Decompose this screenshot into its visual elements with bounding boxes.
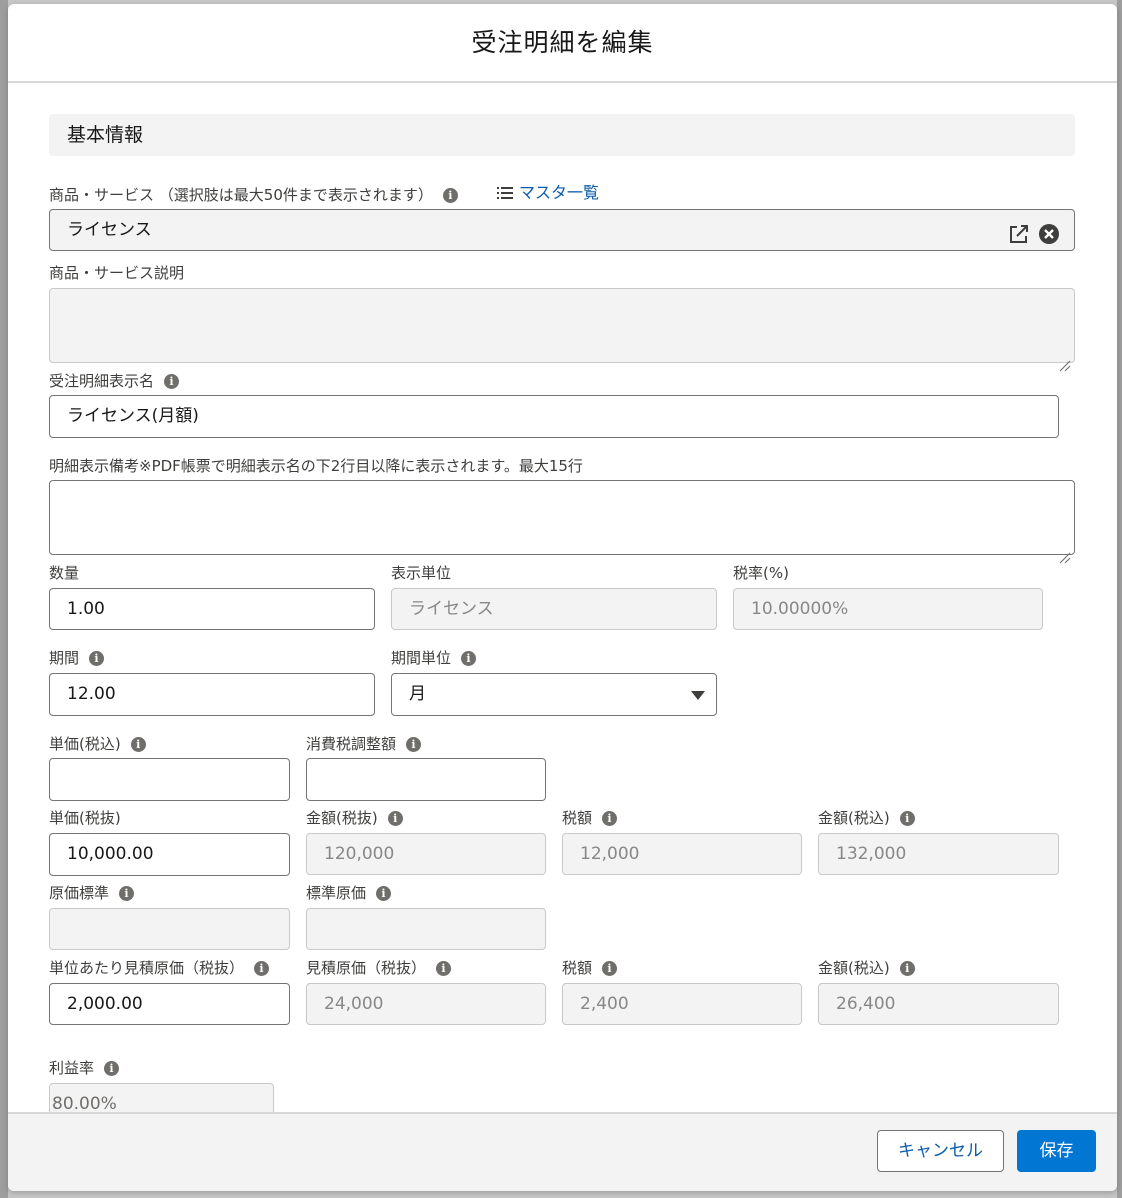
list-icon [497,185,513,205]
unit-price-incl-input[interactable] [49,758,290,801]
quantity-input[interactable]: 1.00 [49,588,375,630]
section-title: 基本情報 [67,124,144,146]
cost-tax-field: 2,400 [562,983,802,1025]
standard-cost-field [306,908,546,950]
display-unit-label: 表示単位 [391,564,452,582]
info-icon[interactable]: i [89,651,105,666]
amount-incl-label-text: 金額(税込) [818,809,890,827]
cost-tax-label: 税額 i [562,958,618,978]
info-icon[interactable]: i [104,1061,120,1076]
info-icon[interactable]: i [899,961,915,976]
info-icon[interactable]: i [602,961,618,976]
info-icon[interactable]: i [387,811,403,826]
tax-amount-field: 12,000 [562,833,802,875]
save-button[interactable]: 保存 [1017,1130,1096,1172]
background-strip [0,0,8,1198]
background-strip [1117,0,1122,1198]
clear-selection-icon[interactable] [1038,220,1060,244]
period-input[interactable]: 12.00 [49,673,375,716]
section-header[interactable]: 基本情報 [49,114,1075,156]
product-desc-label: 商品・サービス説明 [49,264,185,282]
modal-footer: キャンセル 保存 [8,1112,1117,1191]
cost-standard-label: 原価標準 i [49,883,135,903]
cost-standard-field [49,908,290,950]
master-list-link-text: マスタ一覧 [519,183,600,202]
cost-amount-incl-label-text: 金額(税込) [818,959,890,977]
est-cost-excl-label: 見積原価（税抜） i [306,958,452,978]
info-icon[interactable]: i [376,886,392,901]
modal-body[interactable]: 基本情報 商品・サービス （選択肢は最大50件まで表示されます） i マスタ一覧 … [8,83,1117,1125]
period-label-text: 期間 [49,649,80,667]
tax-adjust-label-text: 消費税調整額 [306,735,397,753]
cost-amount-incl-label: 金額(税込) i [818,958,915,978]
info-icon[interactable]: i [602,811,618,826]
line-name-label: 受注明細表示名 i [49,371,180,391]
info-icon[interactable]: i [461,651,477,666]
unit-est-cost-label-text: 単位あたり見積原価（税抜） [49,959,245,977]
open-external-icon[interactable] [1008,220,1030,243]
cost-tax-label-text: 税額 [562,959,593,977]
modal-header: 受注明細を編集 [8,4,1117,83]
unit-est-cost-input[interactable]: 2,000.00 [49,983,290,1025]
amount-incl-label: 金額(税込) i [818,808,915,828]
chevron-down-icon [691,691,705,700]
info-icon[interactable]: i [442,188,458,203]
product-lookup-field[interactable]: ライセンス [49,209,1075,251]
standard-cost-label-text: 標準原価 [306,884,367,902]
unit-price-incl-label-text: 単価(税込) [49,735,121,753]
tax-amount-label-text: 税額 [562,809,593,827]
master-list-link[interactable]: マスタ一覧 [497,183,599,205]
period-unit-value: 月 [409,684,426,704]
margin-label: 利益率 i [49,1058,120,1078]
period-unit-label: 期間単位 i [391,648,477,668]
unit-price-excl-input[interactable]: 10,000.00 [49,833,290,876]
product-label: 商品・サービス （選択肢は最大50件まで表示されます） i [49,185,458,205]
resize-grip-icon[interactable] [1059,539,1071,564]
amount-incl-field: 132,000 [818,833,1059,875]
edit-modal: 受注明細を編集 基本情報 商品・サービス （選択肢は最大50件まで表示されます）… [8,4,1117,1191]
display-unit-field: ライセンス [391,588,717,630]
unit-est-cost-label: 単位あたり見積原価（税抜） i [49,958,270,978]
info-icon[interactable]: i [406,737,422,752]
line-note-textarea[interactable] [49,480,1075,564]
info-icon[interactable]: i [164,374,180,389]
product-value: ライセンス [67,220,152,240]
tax-adjust-input[interactable] [306,758,546,801]
cost-standard-label-text: 原価標準 [49,884,110,902]
period-unit-label-text: 期間単位 [391,649,452,667]
cost-amount-incl-field: 26,400 [818,983,1059,1025]
info-icon[interactable]: i [436,961,452,976]
line-note-label: 明細表示備考※PDF帳票で明細表示名の下2行目以降に表示されます。最大15行 [49,457,583,475]
product-label-text: 商品・サービス （選択肢は最大50件まで表示されます） [49,186,433,204]
period-unit-select[interactable]: 月 [391,673,717,716]
margin-label-text: 利益率 [49,1059,95,1077]
est-cost-excl-label-text: 見積原価（税抜） [306,959,427,977]
info-icon[interactable]: i [899,811,915,826]
unit-price-incl-label: 単価(税込) i [49,734,146,754]
line-name-input[interactable]: ライセンス(月額) [49,395,1059,438]
standard-cost-label: 標準原価 i [306,883,392,903]
tax-rate-label: 税率(%) [733,564,789,582]
resize-grip-icon [1059,347,1071,372]
unit-price-excl-label: 単価(税抜) [49,809,121,827]
amount-excl-label-text: 金額(税抜) [306,809,378,827]
info-icon[interactable]: i [130,737,146,752]
period-label: 期間 i [49,648,105,668]
amount-excl-label: 金額(税抜) i [306,808,403,828]
product-desc-textarea [49,288,1075,372]
cancel-button[interactable]: キャンセル [877,1130,1004,1172]
tax-adjust-label: 消費税調整額 i [306,734,422,754]
tax-rate-field: 10.00000% [733,588,1043,630]
quantity-label: 数量 [49,564,80,582]
modal-title: 受注明細を編集 [471,28,654,57]
amount-excl-field: 120,000 [306,833,546,875]
tax-amount-label: 税額 i [562,808,618,828]
line-name-label-text: 受注明細表示名 [49,372,155,390]
info-icon[interactable]: i [119,886,135,901]
est-cost-excl-field: 24,000 [306,983,546,1025]
info-icon[interactable]: i [254,961,270,976]
